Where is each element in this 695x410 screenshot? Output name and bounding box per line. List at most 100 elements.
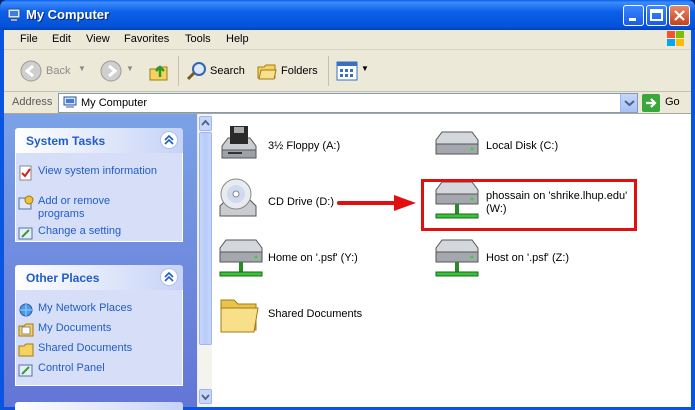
menu-edit[interactable]: Edit: [52, 33, 71, 45]
place-my-documents[interactable]: My Documents: [18, 322, 112, 337]
system-tasks-title: System Tasks: [26, 134, 106, 148]
minimize-icon: [629, 18, 636, 21]
address-bar: Address My Computer Go: [4, 92, 691, 114]
folder-icon: [220, 299, 259, 333]
chevron-up-icon: [201, 119, 210, 126]
place-control-panel[interactable]: Control Panel: [18, 362, 105, 377]
task-label: View system information: [38, 165, 158, 177]
other-places-body: My Network Places My Documents Shared Do…: [15, 290, 183, 386]
drive-network-z[interactable]: Host on '.psf' (Z:): [432, 238, 612, 280]
menu-file[interactable]: File: [20, 33, 38, 45]
hard-disk-icon: [435, 131, 479, 155]
drive-label: Host on '.psf' (Z:): [486, 252, 570, 264]
chevron-down-icon: [624, 100, 635, 107]
my-computer-icon: [7, 8, 21, 21]
back-label: Back: [46, 65, 71, 77]
back-arrow-icon: [20, 60, 42, 82]
system-tasks-header[interactable]: System Tasks: [15, 128, 183, 153]
place-label: My Documents: [38, 322, 112, 334]
network-drive-icon: [219, 239, 263, 277]
windows-logo-icon: [667, 31, 684, 46]
folder-label: Shared Documents: [268, 308, 363, 320]
close-icon: [674, 10, 685, 21]
collapse-button[interactable]: [160, 268, 178, 286]
window-title: My Computer: [26, 7, 110, 22]
folders-icon: [257, 64, 277, 80]
task-add-remove-programs[interactable]: Add or remove programs: [18, 195, 158, 221]
chevron-up-icon: [164, 271, 174, 282]
title-bar[interactable]: My Computer: [0, 0, 695, 30]
task-pane-scrollbar[interactable]: [197, 114, 212, 407]
folders-label: Folders: [281, 65, 318, 77]
red-arrow-annotation: [337, 195, 416, 211]
chevron-down-icon: ▼: [126, 64, 134, 73]
shared-folder-icon: [18, 343, 34, 357]
menu-help[interactable]: Help: [226, 33, 249, 45]
place-label: My Network Places: [38, 302, 133, 314]
task-change-setting[interactable]: Change a setting: [18, 225, 168, 240]
maximize-icon: [650, 9, 663, 21]
menu-tools[interactable]: Tools: [185, 33, 211, 45]
drive-label: Local Disk (C:): [486, 140, 559, 152]
search-button[interactable]: Search: [184, 58, 250, 84]
search-icon: [186, 62, 206, 81]
minimize-button[interactable]: [623, 5, 644, 26]
address-label: Address: [12, 96, 53, 108]
drive-local-c[interactable]: Local Disk (C:): [432, 124, 592, 166]
drive-label: Home on '.psf' (Y:): [268, 252, 358, 264]
toolbar: Back ▼ ▼ Search Folders ▼: [4, 50, 691, 92]
network-places-icon: [19, 303, 33, 317]
go-label: Go: [665, 96, 680, 108]
task-pane: System Tasks View system information Add…: [4, 114, 197, 410]
up-folder-button[interactable]: [147, 59, 171, 83]
my-documents-icon: [18, 323, 34, 337]
drive-network-y[interactable]: Home on '.psf' (Y:): [216, 238, 396, 280]
drive-label: 3½ Floppy (A:): [268, 140, 341, 152]
drive-floppy-a[interactable]: 3½ Floppy (A:): [216, 124, 376, 166]
collapse-button[interactable]: [160, 131, 178, 149]
cd-drive-icon: [219, 178, 257, 217]
go-button[interactable]: Go: [642, 93, 688, 113]
address-dropdown-button[interactable]: [620, 94, 637, 112]
folder-shared-documents[interactable]: Shared Documents: [216, 292, 396, 336]
chevron-down-icon: ▼: [361, 64, 369, 73]
back-button[interactable]: Back ▼: [16, 58, 88, 84]
network-drive-icon: [435, 239, 479, 277]
other-places-header[interactable]: Other Places: [15, 265, 183, 290]
place-shared-documents[interactable]: Shared Documents: [18, 342, 132, 357]
add-remove-programs-icon: [18, 195, 34, 210]
folders-button[interactable]: Folders: [254, 58, 324, 84]
floppy-drive-icon: [221, 126, 257, 159]
maximize-button[interactable]: [646, 5, 667, 26]
details-header[interactable]: [15, 402, 183, 410]
scroll-thumb[interactable]: [199, 132, 212, 345]
highlight-box: [421, 179, 637, 231]
menu-favorites[interactable]: Favorites: [124, 33, 169, 45]
other-places-title: Other Places: [26, 271, 100, 285]
menu-bar: File Edit View Favorites Tools Help: [4, 30, 691, 50]
control-panel-icon: [18, 227, 33, 240]
address-input[interactable]: My Computer: [58, 93, 638, 113]
scroll-up-button[interactable]: [199, 116, 212, 131]
task-label: Change a setting: [38, 225, 122, 237]
chevron-down-icon: [201, 394, 210, 401]
task-view-system-info[interactable]: View system information: [19, 165, 158, 181]
address-value: My Computer: [81, 97, 148, 109]
place-label: Control Panel: [38, 362, 105, 374]
menu-view[interactable]: View: [86, 33, 110, 45]
system-tasks-body: View system information Add or remove pr…: [15, 153, 183, 242]
my-computer-icon: [63, 96, 77, 108]
task-label: Add or remove programs: [38, 195, 111, 220]
views-button[interactable]: ▼: [334, 58, 369, 84]
explorer-window: My Computer File Edit View Favorites Too…: [0, 0, 695, 410]
drive-label: CD Drive (D:): [268, 196, 334, 208]
search-label: Search: [210, 65, 245, 77]
place-network-places[interactable]: My Network Places: [19, 302, 133, 317]
close-button[interactable]: [669, 5, 690, 26]
forward-arrow-icon: [100, 60, 122, 82]
scroll-down-button[interactable]: [199, 389, 212, 404]
chevron-up-icon: [164, 134, 174, 145]
views-icon: [336, 61, 358, 81]
forward-button[interactable]: ▼: [98, 58, 138, 84]
system-info-icon: [19, 165, 32, 181]
